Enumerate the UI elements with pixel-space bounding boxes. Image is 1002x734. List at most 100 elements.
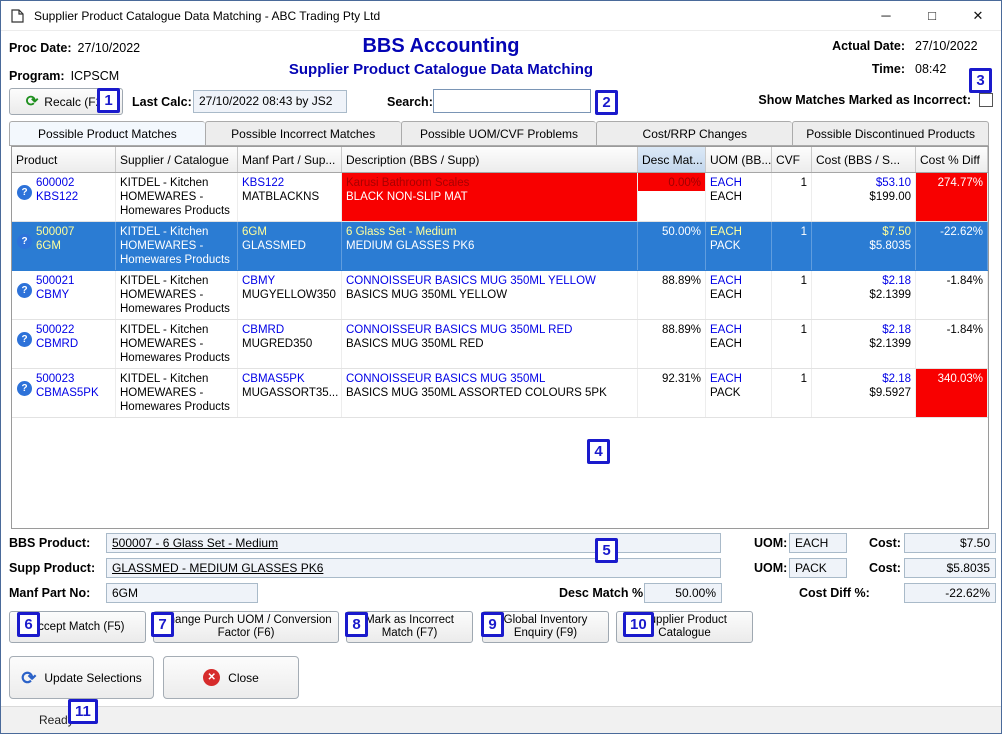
update-selections-icon: ⟳ (21, 669, 36, 687)
product-code-link[interactable]: 500023 (36, 372, 111, 386)
page-title: Supplier Product Catalogue Data Matching (149, 61, 733, 78)
matches-table: ProductSupplier / CatalogueManf Part / S… (11, 146, 989, 529)
program-value: ICPSCM (71, 69, 120, 83)
time-value: 08:42 (915, 62, 993, 76)
table-row[interactable]: ?500022CBMRDKITDEL - KitchenHOMEWARES -H… (12, 320, 988, 369)
footer-buttons: ⟳ Update Selections ✕ Close (1, 656, 1001, 700)
cell-cost-diff: 340.03% (916, 369, 988, 417)
maximize-icon[interactable]: □ (909, 1, 955, 30)
cell-cvf: 1 (772, 173, 812, 221)
column-header[interactable]: Cost % Diff (916, 147, 988, 172)
product-code-link[interactable]: 500022 (36, 323, 111, 337)
table-row[interactable]: ?600002KBS122KITDEL - KitchenHOMEWARES -… (12, 173, 988, 222)
help-icon[interactable]: ? (17, 381, 32, 396)
help-icon[interactable]: ? (17, 332, 32, 347)
supp-product-label: Supp Product: (9, 561, 95, 575)
show-incorrect-label: Show Matches Marked as Incorrect: (758, 93, 971, 107)
tab-possible-product-matches[interactable]: Possible Product Matches (9, 121, 205, 146)
cell-cost: $53.10$199.00 (812, 173, 916, 221)
bbs-cost-label: Cost: (869, 536, 901, 550)
actual-date-value: 27/10/2022 (915, 39, 993, 53)
show-incorrect-group: Show Matches Marked as Incorrect: (758, 93, 993, 107)
cell-cvf: 1 (772, 369, 812, 417)
show-incorrect-checkbox[interactable] (979, 93, 993, 107)
table-row[interactable]: ? 500021CBMY KITDEL - KitchenHOMEWARES -Ho… (12, 271, 988, 320)
recalc-button[interactable]: ⟳ Recalc (F2) (9, 88, 123, 115)
tab-cost-rrp-changes[interactable]: Cost/RRP Changes (596, 121, 792, 146)
tab-possible-uom-cvf-problems[interactable]: Possible UOM/CVF Problems (401, 121, 597, 146)
bbs-uom-label: UOM: (754, 536, 787, 550)
actual-date-label: Actual Date: (832, 39, 905, 53)
product-code-link[interactable]: 6GM (36, 239, 111, 253)
action-button-row: Accept Match (F5) Change Purch UOM / Con… (1, 611, 1001, 643)
supplier-product-catalogue-button[interactable]: Supplier Product Catalogue (616, 611, 753, 643)
product-code-link[interactable]: KBS122 (36, 190, 111, 204)
product-code-link[interactable]: CBMRD (36, 337, 111, 351)
column-header[interactable]: UOM (BB... (706, 147, 772, 172)
update-selections-button[interactable]: ⟳ Update Selections (9, 656, 154, 699)
search-input[interactable] (433, 89, 591, 113)
change-purch-uom-button[interactable]: Change Purch UOM / Conversion Factor (F6… (153, 611, 339, 643)
cell-description: CONNOISSEUR BASICS MUG 350MLBASICS MUG 3… (342, 369, 638, 417)
tab-possible-incorrect-matches[interactable]: Possible Incorrect Matches (205, 121, 401, 146)
column-header[interactable]: Cost (BBS / S... (812, 147, 916, 172)
table-row[interactable]: ?500023CBMAS5PKKITDEL - KitchenHOMEWARES… (12, 369, 988, 418)
manf-part-field: 6GM (106, 583, 258, 603)
help-icon[interactable]: ? (17, 185, 32, 200)
cell-manf-part: KBS122MATBLACKNS (238, 173, 342, 221)
minimize-icon[interactable]: ─ (863, 1, 909, 30)
manf-part-label: Manf Part No: (9, 586, 90, 600)
product-code-link[interactable]: 500021 (36, 274, 111, 288)
supp-uom-field: PACK (789, 558, 847, 578)
cell-uom: EACHEACH (706, 271, 772, 319)
header-right: Actual Date:27/10/2022 Time:08:42 (743, 39, 993, 85)
update-selections-label: Update Selections (44, 671, 141, 685)
supp-cost-field: $5.8035 (904, 558, 996, 578)
cell-cost-diff: -1.84% (916, 271, 988, 319)
tab-possible-discontinued-products[interactable]: Possible Discontinued Products (792, 121, 989, 146)
detail-panel: BBS Product: 500007 - 6 Glass Set - Medi… (9, 531, 994, 609)
cell-uom: EACHPACK (706, 369, 772, 417)
column-header[interactable]: Product (12, 147, 116, 172)
close-window-button[interactable]: ✕ Close (163, 656, 299, 699)
recalc-icon: ⟳ (26, 94, 39, 109)
cell-product: ? 600002KBS122 (12, 173, 116, 221)
table-row[interactable]: ? 5000076GM KITDEL - KitchenHOMEWARES -Hom… (12, 222, 988, 271)
column-header[interactable]: Desc Mat... (638, 147, 706, 172)
help-icon[interactable]: ? (17, 283, 32, 298)
product-code-link[interactable]: CBMAS5PK (36, 386, 111, 400)
accept-match-button[interactable]: Accept Match (F5) (9, 611, 146, 643)
close-icon[interactable]: ✕ (955, 1, 1001, 30)
recalc-label: Recalc (F2) (44, 95, 106, 109)
cell-desc-match: 92.31% (638, 369, 706, 417)
cell-uom: EACHPACK (706, 222, 772, 270)
column-header[interactable]: CVF (772, 147, 812, 172)
mark-incorrect-match-button[interactable]: Mark as Incorrect Match (F7) (346, 611, 473, 643)
global-inventory-enquiry-button[interactable]: Global Inventory Enquiry (F9) (482, 611, 609, 643)
header-left: Proc Date:27/10/2022 Program:ICPSCM (9, 39, 140, 95)
cell-product: ? 5000076GM (12, 222, 116, 270)
app-title: BBS Accounting (149, 35, 733, 58)
status-bar: Ready (1, 706, 1001, 733)
cost-diff-label: Cost Diff %: (799, 586, 870, 600)
close-circle-icon: ✕ (203, 669, 220, 686)
cell-supplier: KITDEL - KitchenHOMEWARES -Homewares Pro… (116, 222, 238, 270)
cell-supplier: KITDEL - KitchenHOMEWARES -Homewares Pro… (116, 271, 238, 319)
column-header[interactable]: Supplier / Catalogue (116, 147, 238, 172)
column-header[interactable]: Description (BBS / Supp) (342, 147, 638, 172)
column-header[interactable]: Manf Part / Sup... (238, 147, 342, 172)
status-text: Ready (39, 713, 74, 727)
product-code-link[interactable]: 600002 (36, 176, 111, 190)
supp-product-link[interactable]: GLASSMED - MEDIUM GLASSES PK6 (106, 558, 721, 578)
cell-product: ? 500021CBMY (12, 271, 116, 319)
proc-date-value: 27/10/2022 (78, 41, 141, 55)
cell-manf-part: CBMYMUGYELLOW350 (238, 271, 342, 319)
bbs-product-link[interactable]: 500007 - 6 Glass Set - Medium (106, 533, 721, 553)
cell-desc-match: 88.89% (638, 271, 706, 319)
help-icon[interactable]: ? (17, 234, 32, 249)
product-code-link[interactable]: CBMY (36, 288, 111, 302)
supp-cost-label: Cost: (869, 561, 901, 575)
bbs-product-label: BBS Product: (9, 536, 90, 550)
cell-desc-match: 88.89% (638, 320, 706, 368)
product-code-link[interactable]: 500007 (36, 225, 111, 239)
